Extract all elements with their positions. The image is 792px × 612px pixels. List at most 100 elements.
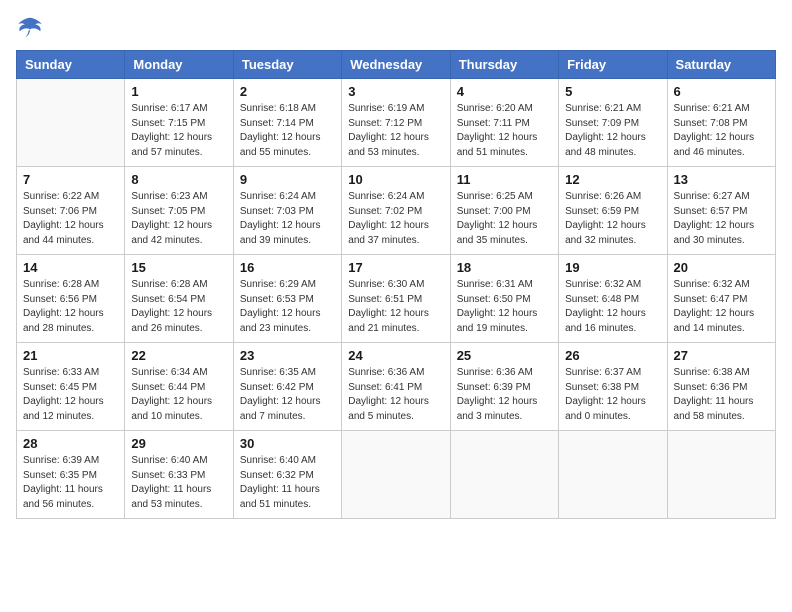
calendar-cell: 24Sunrise: 6:36 AM Sunset: 6:41 PM Dayli…	[342, 343, 450, 431]
calendar-week-row: 21 Sunrise: 6:33 AM Sunset: 6:45 PM Dayli…	[17, 343, 776, 431]
day-info: Sunrise: 6:40 AM Sunset: 6:33 PM Dayligh…	[131, 454, 226, 512]
day-number: 1	[131, 84, 226, 99]
day-info: Sunrise: 6:33 AM Sunset: 6:45 PM Dayligh…	[23, 366, 118, 424]
calendar-cell: 22 Sunrise: 6:34 AM Sunset: 6:44 PM Dayli…	[125, 343, 233, 431]
day-number: 26	[565, 348, 660, 363]
calendar-cell: 5Sunrise: 6:21 AM Sunset: 7:09 PM Daylig…	[559, 79, 667, 167]
calendar-cell: 23 Sunrise: 6:35 AM Sunset: 6:42 PM Dayli…	[233, 343, 341, 431]
day-info: Sunrise: 6:20 AM Sunset: 7:11 PM Dayligh…	[457, 102, 552, 160]
day-number: 9	[240, 172, 335, 187]
calendar-cell: 4 Sunrise: 6:20 AM Sunset: 7:11 PM Daylig…	[450, 79, 558, 167]
logo	[16, 16, 48, 38]
calendar-week-row: 1 Sunrise: 6:17 AM Sunset: 7:15 PM Daylig…	[17, 79, 776, 167]
calendar-header-friday: Friday	[559, 51, 667, 79]
day-number: 16	[240, 260, 335, 275]
day-number: 30	[240, 436, 335, 451]
calendar-cell: 7 Sunrise: 6:22 AM Sunset: 7:06 PM Daylig…	[17, 167, 125, 255]
calendar-cell: 13 Sunrise: 6:27 AM Sunset: 6:57 PM Dayli…	[667, 167, 775, 255]
calendar-header-row: SundayMondayTuesdayWednesdayThursdayFrid…	[17, 51, 776, 79]
calendar-cell: 16 Sunrise: 6:29 AM Sunset: 6:53 PM Dayli…	[233, 255, 341, 343]
day-number: 25	[457, 348, 552, 363]
page-header	[16, 16, 776, 38]
day-info: Sunrise: 6:24 AM Sunset: 7:03 PM Dayligh…	[240, 190, 335, 248]
day-number: 6	[674, 84, 769, 99]
day-number: 18	[457, 260, 552, 275]
calendar-week-row: 14 Sunrise: 6:28 AM Sunset: 6:56 PM Dayli…	[17, 255, 776, 343]
calendar-cell: 29Sunrise: 6:40 AM Sunset: 6:33 PM Dayli…	[125, 431, 233, 519]
day-info: Sunrise: 6:28 AM Sunset: 6:56 PM Dayligh…	[23, 278, 118, 336]
logo-bird-icon	[16, 16, 44, 38]
calendar-cell: 21 Sunrise: 6:33 AM Sunset: 6:45 PM Dayli…	[17, 343, 125, 431]
calendar-cell: 26 Sunrise: 6:37 AM Sunset: 6:38 PM Dayli…	[559, 343, 667, 431]
calendar-cell: 30 Sunrise: 6:40 AM Sunset: 6:32 PM Dayli…	[233, 431, 341, 519]
day-number: 27	[674, 348, 769, 363]
day-number: 4	[457, 84, 552, 99]
day-info: Sunrise: 6:30 AM Sunset: 6:51 PM Dayligh…	[348, 278, 443, 336]
day-info: Sunrise: 6:25 AM Sunset: 7:00 PM Dayligh…	[457, 190, 552, 248]
day-info: Sunrise: 6:21 AM Sunset: 7:09 PM Dayligh…	[565, 102, 660, 160]
calendar-header-tuesday: Tuesday	[233, 51, 341, 79]
day-info: Sunrise: 6:28 AM Sunset: 6:54 PM Dayligh…	[131, 278, 226, 336]
day-info: Sunrise: 6:36 AM Sunset: 6:41 PM Dayligh…	[348, 366, 443, 424]
day-info: Sunrise: 6:37 AM Sunset: 6:38 PM Dayligh…	[565, 366, 660, 424]
calendar-cell: 28 Sunrise: 6:39 AM Sunset: 6:35 PM Dayli…	[17, 431, 125, 519]
calendar-cell: 8Sunrise: 6:23 AM Sunset: 7:05 PM Daylig…	[125, 167, 233, 255]
day-info: Sunrise: 6:27 AM Sunset: 6:57 PM Dayligh…	[674, 190, 769, 248]
calendar-cell: 10Sunrise: 6:24 AM Sunset: 7:02 PM Dayli…	[342, 167, 450, 255]
day-number: 23	[240, 348, 335, 363]
day-info: Sunrise: 6:34 AM Sunset: 6:44 PM Dayligh…	[131, 366, 226, 424]
calendar-week-row: 28 Sunrise: 6:39 AM Sunset: 6:35 PM Dayli…	[17, 431, 776, 519]
day-info: Sunrise: 6:32 AM Sunset: 6:48 PM Dayligh…	[565, 278, 660, 336]
day-number: 21	[23, 348, 118, 363]
day-info: Sunrise: 6:21 AM Sunset: 7:08 PM Dayligh…	[674, 102, 769, 160]
day-number: 7	[23, 172, 118, 187]
calendar-cell: 3 Sunrise: 6:19 AM Sunset: 7:12 PM Daylig…	[342, 79, 450, 167]
calendar-cell: 1 Sunrise: 6:17 AM Sunset: 7:15 PM Daylig…	[125, 79, 233, 167]
calendar-cell	[559, 431, 667, 519]
calendar-cell: 6 Sunrise: 6:21 AM Sunset: 7:08 PM Daylig…	[667, 79, 775, 167]
day-info: Sunrise: 6:29 AM Sunset: 6:53 PM Dayligh…	[240, 278, 335, 336]
calendar-cell: 11 Sunrise: 6:25 AM Sunset: 7:00 PM Dayli…	[450, 167, 558, 255]
day-info: Sunrise: 6:39 AM Sunset: 6:35 PM Dayligh…	[23, 454, 118, 512]
calendar-cell	[667, 431, 775, 519]
calendar-header-monday: Monday	[125, 51, 233, 79]
calendar-cell: 25 Sunrise: 6:36 AM Sunset: 6:39 PM Dayli…	[450, 343, 558, 431]
day-number: 12	[565, 172, 660, 187]
day-number: 13	[674, 172, 769, 187]
day-info: Sunrise: 6:26 AM Sunset: 6:59 PM Dayligh…	[565, 190, 660, 248]
calendar-cell: 12 Sunrise: 6:26 AM Sunset: 6:59 PM Dayli…	[559, 167, 667, 255]
day-info: Sunrise: 6:24 AM Sunset: 7:02 PM Dayligh…	[348, 190, 443, 248]
day-info: Sunrise: 6:31 AM Sunset: 6:50 PM Dayligh…	[457, 278, 552, 336]
day-info: Sunrise: 6:32 AM Sunset: 6:47 PM Dayligh…	[674, 278, 769, 336]
calendar-header-sunday: Sunday	[17, 51, 125, 79]
day-number: 19	[565, 260, 660, 275]
day-info: Sunrise: 6:17 AM Sunset: 7:15 PM Dayligh…	[131, 102, 226, 160]
day-info: Sunrise: 6:40 AM Sunset: 6:32 PM Dayligh…	[240, 454, 335, 512]
calendar-table: SundayMondayTuesdayWednesdayThursdayFrid…	[16, 50, 776, 519]
day-number: 28	[23, 436, 118, 451]
calendar-cell: 20Sunrise: 6:32 AM Sunset: 6:47 PM Dayli…	[667, 255, 775, 343]
calendar-header-saturday: Saturday	[667, 51, 775, 79]
day-info: Sunrise: 6:22 AM Sunset: 7:06 PM Dayligh…	[23, 190, 118, 248]
day-info: Sunrise: 6:36 AM Sunset: 6:39 PM Dayligh…	[457, 366, 552, 424]
day-info: Sunrise: 6:19 AM Sunset: 7:12 PM Dayligh…	[348, 102, 443, 160]
day-number: 11	[457, 172, 552, 187]
calendar-cell: 17Sunrise: 6:30 AM Sunset: 6:51 PM Dayli…	[342, 255, 450, 343]
day-number: 22	[131, 348, 226, 363]
calendar-header-wednesday: Wednesday	[342, 51, 450, 79]
calendar-cell: 27Sunrise: 6:38 AM Sunset: 6:36 PM Dayli…	[667, 343, 775, 431]
calendar-cell: 15 Sunrise: 6:28 AM Sunset: 6:54 PM Dayli…	[125, 255, 233, 343]
calendar-cell: 18 Sunrise: 6:31 AM Sunset: 6:50 PM Dayli…	[450, 255, 558, 343]
calendar-cell: 9 Sunrise: 6:24 AM Sunset: 7:03 PM Daylig…	[233, 167, 341, 255]
day-info: Sunrise: 6:35 AM Sunset: 6:42 PM Dayligh…	[240, 366, 335, 424]
calendar-cell	[17, 79, 125, 167]
calendar-week-row: 7 Sunrise: 6:22 AM Sunset: 7:06 PM Daylig…	[17, 167, 776, 255]
calendar-cell: 19 Sunrise: 6:32 AM Sunset: 6:48 PM Dayli…	[559, 255, 667, 343]
calendar-cell	[342, 431, 450, 519]
day-number: 14	[23, 260, 118, 275]
day-number: 15	[131, 260, 226, 275]
day-info: Sunrise: 6:23 AM Sunset: 7:05 PM Dayligh…	[131, 190, 226, 248]
day-info: Sunrise: 6:18 AM Sunset: 7:14 PM Dayligh…	[240, 102, 335, 160]
calendar-cell: 2Sunrise: 6:18 AM Sunset: 7:14 PM Daylig…	[233, 79, 341, 167]
day-number: 3	[348, 84, 443, 99]
